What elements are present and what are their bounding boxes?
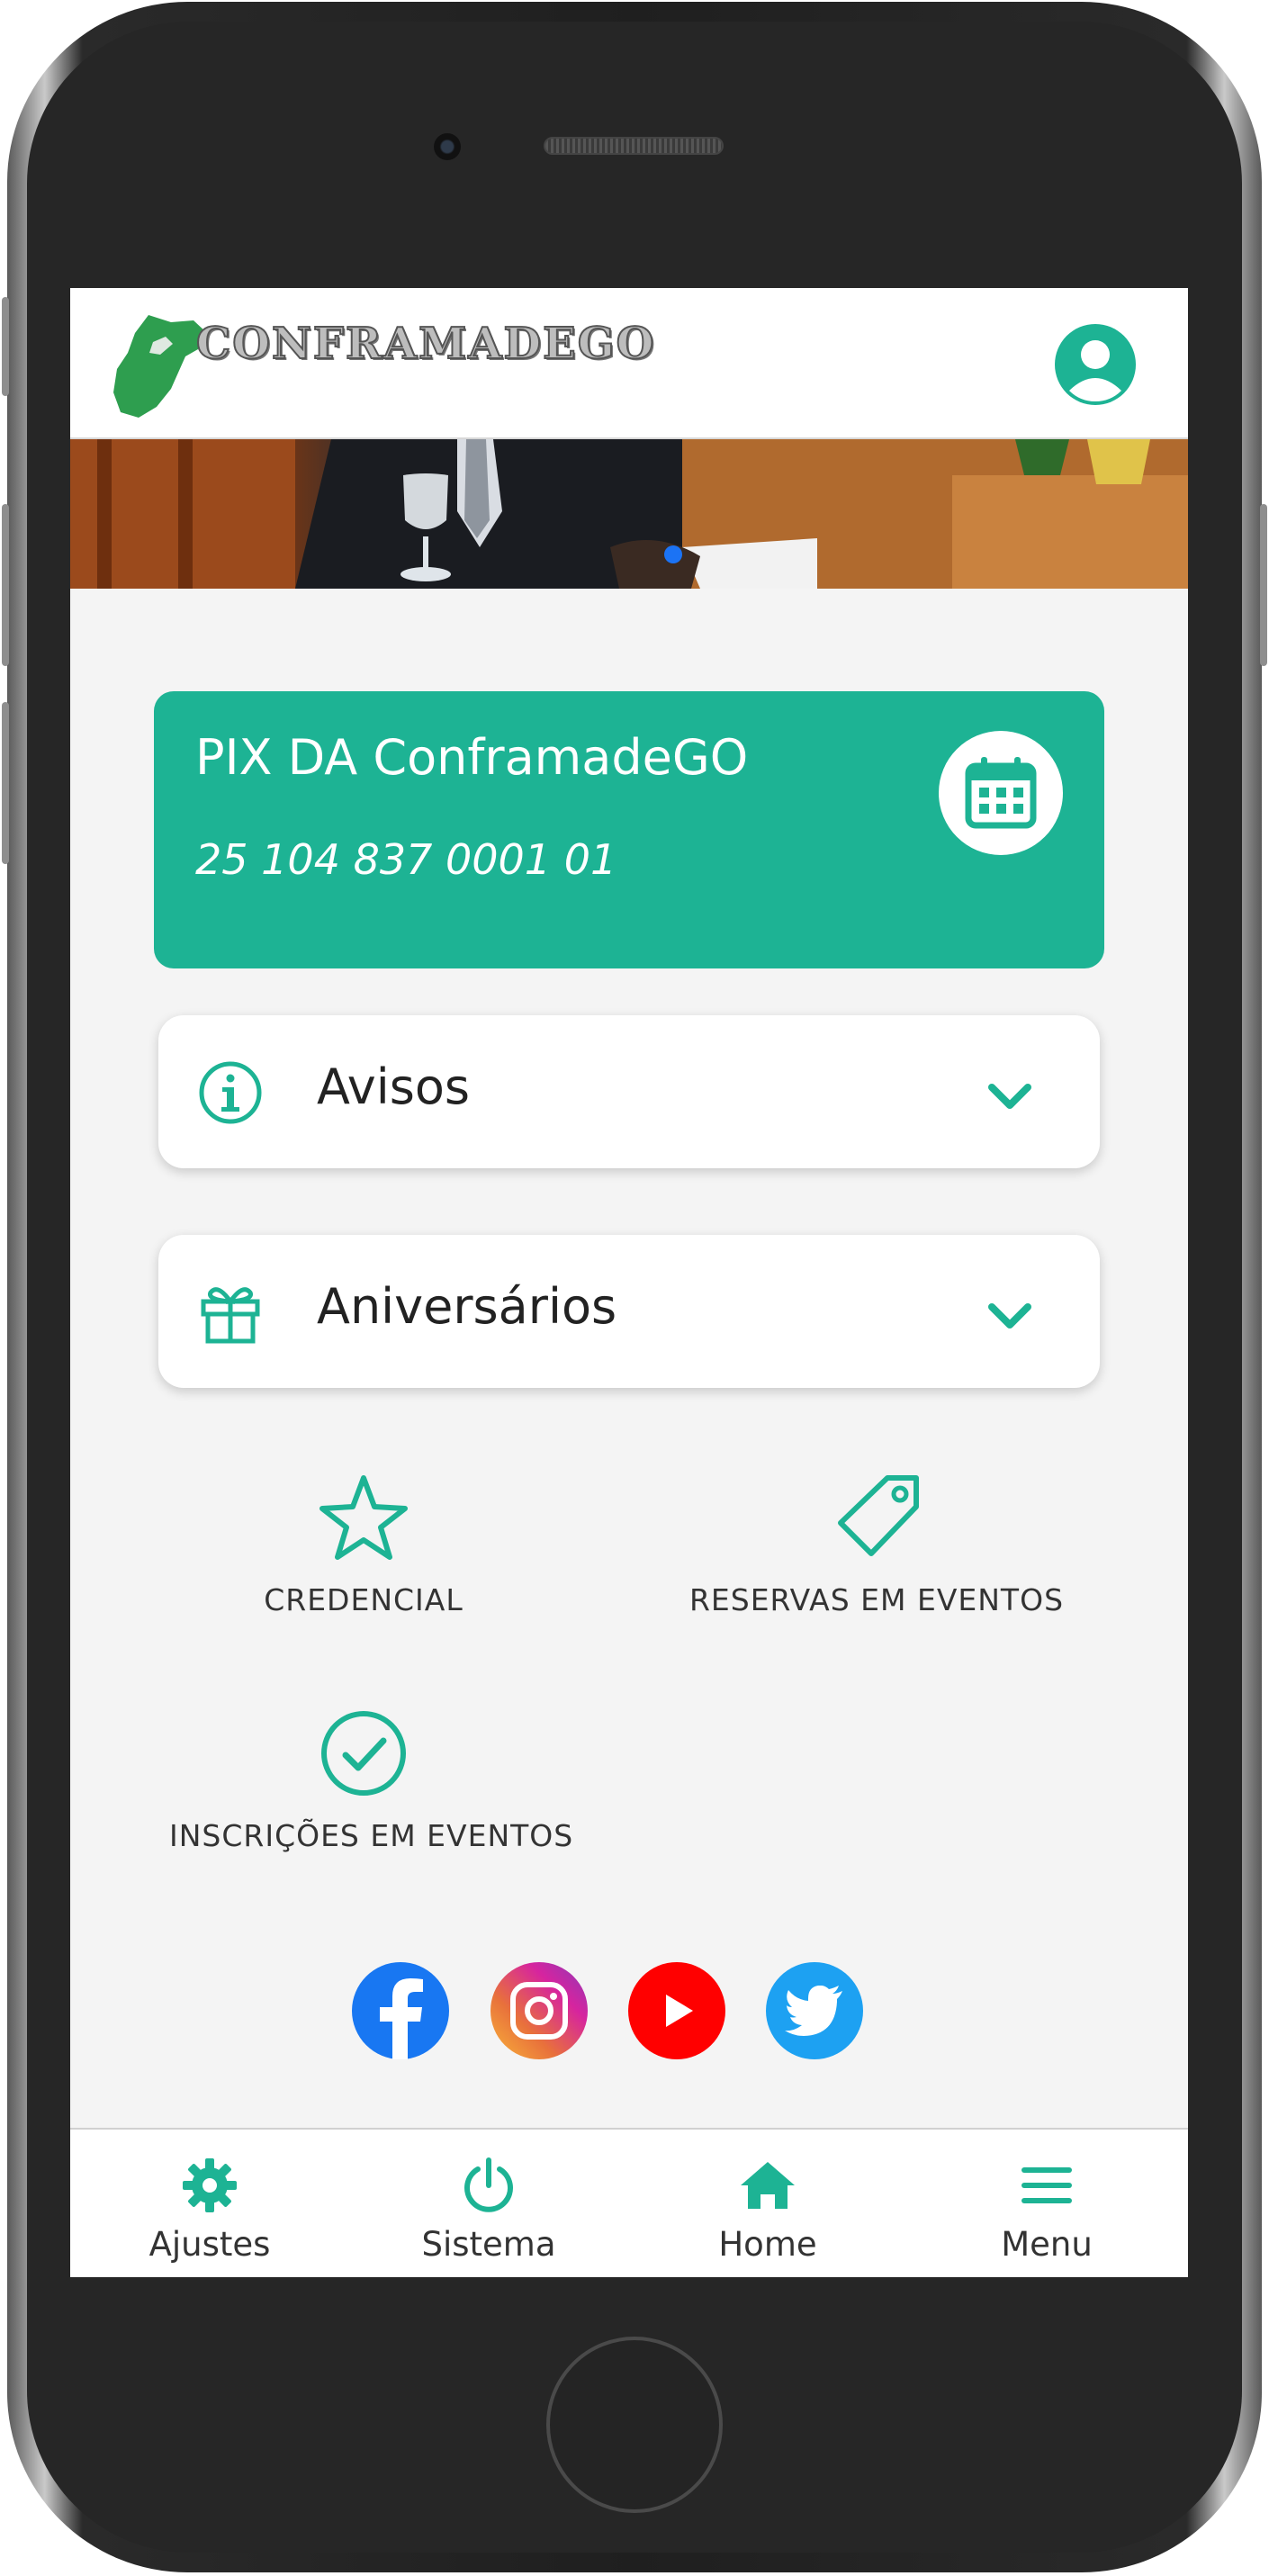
- power-icon: [464, 2157, 513, 2212]
- bottom-navigation: Ajustes Sistema Home Menu: [70, 2128, 1188, 2277]
- facebook-icon[interactable]: [352, 1962, 449, 2059]
- check-circle-icon: [321, 1711, 406, 1796]
- nav-label: Menu: [1001, 2225, 1093, 2264]
- app-screen: CONFRAMADEGO PIX DA ConframadeGO 25 104 …: [70, 288, 1188, 2277]
- banner-photo: [70, 439, 1188, 589]
- carousel-indicator-dot[interactable]: [664, 545, 682, 563]
- volume-down-button: [2, 702, 9, 864]
- pix-title: PIX DA ConframadeGO: [195, 729, 749, 786]
- gear-icon: [183, 2158, 237, 2212]
- instagram-icon[interactable]: [490, 1962, 588, 2059]
- chevron-down-icon[interactable]: [986, 1302, 1033, 1330]
- front-camera: [434, 133, 461, 160]
- home-hardware-button[interactable]: [546, 2337, 723, 2513]
- quick-link-inscricoes[interactable]: INSCRIÇÕES EM EVENTOS: [169, 1708, 574, 1853]
- tag-icon: [838, 1475, 919, 1556]
- nav-home[interactable]: Home: [628, 2130, 907, 2277]
- quick-link-label: CREDENCIAL: [264, 1582, 464, 1617]
- home-icon: [741, 2162, 795, 2209]
- pix-key: 25 104 837 0001 01: [195, 835, 617, 884]
- user-circle-icon[interactable]: [1055, 324, 1136, 405]
- volume-up-button: [2, 504, 9, 666]
- nav-menu[interactable]: Menu: [907, 2130, 1186, 2277]
- earpiece-speaker: [544, 137, 724, 155]
- banner-carousel[interactable]: [70, 439, 1188, 589]
- chevron-down-icon[interactable]: [986, 1082, 1033, 1111]
- mute-switch: [2, 297, 9, 396]
- accordion-label: Avisos: [317, 1058, 471, 1115]
- pix-card[interactable]: PIX DA ConframadeGO 25 104 837 0001 01: [154, 691, 1104, 968]
- calendar-icon: [939, 731, 1063, 855]
- quick-link-label: RESERVAS EM EVENTOS: [688, 1582, 1065, 1617]
- nav-label: Home: [718, 2225, 817, 2264]
- top-bar: CONFRAMADEGO: [70, 288, 1188, 439]
- gift-icon: [201, 1287, 260, 1344]
- accordion-avisos[interactable]: Avisos: [158, 1015, 1100, 1168]
- star-icon: [320, 1475, 408, 1560]
- youtube-icon[interactable]: [628, 1962, 725, 2059]
- hamburger-menu-icon: [1022, 2167, 1072, 2203]
- nav-ajustes[interactable]: Ajustes: [70, 2130, 349, 2277]
- accordion-label: Aniversários: [317, 1278, 617, 1335]
- twitter-icon[interactable]: [766, 1962, 863, 2059]
- quick-link-reservas[interactable]: RESERVAS EM EVENTOS: [688, 1473, 1066, 1617]
- nav-label: Sistema: [421, 2225, 556, 2264]
- info-icon: [199, 1061, 262, 1124]
- nav-label: Ajustes: [148, 2225, 271, 2264]
- power-button: [1260, 504, 1267, 666]
- quick-link-label: INSCRIÇÕES EM EVENTOS: [169, 1818, 574, 1853]
- nav-sistema[interactable]: Sistema: [349, 2130, 628, 2277]
- quick-link-credencial[interactable]: CREDENCIAL: [229, 1473, 499, 1617]
- logo-wordmark[interactable]: CONFRAMADEGO: [195, 318, 656, 370]
- accordion-aniversarios[interactable]: Aniversários: [158, 1235, 1100, 1388]
